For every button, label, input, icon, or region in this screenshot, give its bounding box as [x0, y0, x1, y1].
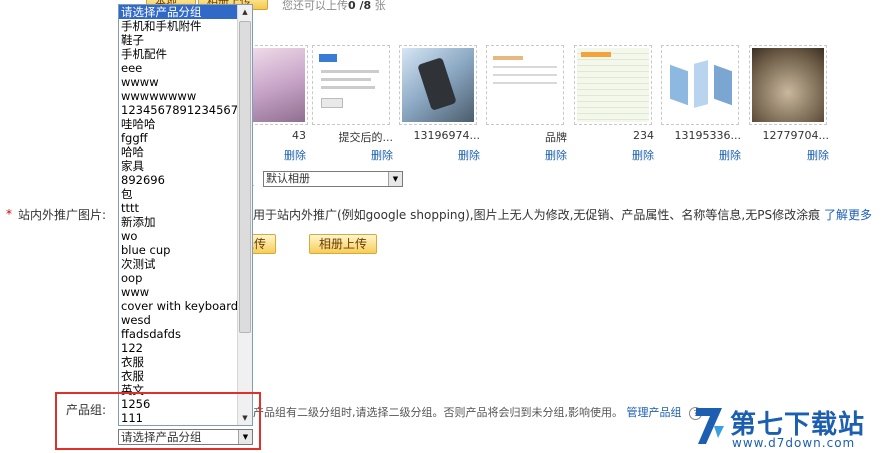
promo-album-upload-button[interactable]: 相册上传 — [309, 234, 378, 254]
dropdown-option[interactable]: 哇哈哈 — [119, 117, 252, 131]
thumbnail-name: 品牌 — [545, 131, 567, 144]
hint-count: 0 /8 — [348, 0, 372, 12]
dropdown-option[interactable]: oop — [119, 271, 252, 285]
dropdown-option[interactable]: 包 — [119, 187, 252, 201]
delete-link[interactable]: 删除 — [487, 147, 567, 163]
dropdown-option[interactable]: 111 — [119, 411, 252, 425]
required-mark: * — [6, 207, 12, 221]
dropdown-option[interactable]: 1256 — [119, 397, 252, 411]
delete-link[interactable]: 删除 — [661, 147, 741, 163]
dropdown-option[interactable]: www — [119, 285, 252, 299]
d7-logo-icon — [696, 408, 724, 444]
hint-suffix: 张 — [374, 0, 386, 12]
thumbnail-name: 13195336... — [674, 129, 741, 142]
dropdown-option[interactable]: 衣服 — [119, 355, 252, 369]
dropdown-option[interactable]: 次测试 — [119, 257, 252, 271]
dropdown-option[interactable]: 1234567891234567 — [119, 103, 252, 117]
learn-more-link[interactable]: 了解更多 — [824, 208, 872, 222]
watermark-url: www.d7down.com — [732, 436, 856, 450]
album-select-value: 默认相册 — [266, 172, 310, 185]
thumbnail-4[interactable] — [486, 45, 564, 125]
thumbnail-name: 提交后的... — [338, 131, 394, 144]
product-group-select-value: 请选择产品分组 — [121, 430, 202, 444]
dropdown-option[interactable]: 家具 — [119, 159, 252, 173]
dropdown-options: 请选择产品分组 手机和手机附件 鞋子 手机配件 eee wwww wwwwwwww 12345… — [119, 5, 252, 425]
product-group-select[interactable]: 请选择产品分组 ▼ — [118, 429, 253, 445]
product-group-note: 产品组有二级分组时,请选择二级分组。否则产品将会归到未分组,影响使用。 管理产品… — [253, 404, 702, 420]
chevron-down-icon[interactable]: ▼ — [388, 172, 402, 186]
product-group-note-text: 产品组有二级分组时,请选择二级分组。否则产品将会归到未分组,影响使用。 — [253, 406, 623, 419]
dropdown-option[interactable]: eee — [119, 61, 252, 75]
album-select[interactable]: 默认相册 ▼ — [263, 171, 403, 187]
scroll-up-icon[interactable]: ▲ — [238, 5, 252, 19]
dropdown-option[interactable]: ffadsdafds — [119, 327, 252, 341]
chevron-down-icon[interactable]: ▼ — [238, 430, 252, 444]
promo-image-label: 站内外推广图片: — [18, 208, 107, 222]
product-group-dropdown-list[interactable]: 请选择产品分组 手机和手机附件 鞋子 手机配件 eee wwww wwwwwwww 12345… — [118, 4, 253, 426]
manage-product-group-link[interactable]: 管理产品组 — [627, 406, 682, 419]
dropdown-option[interactable]: blue cup — [119, 243, 252, 257]
dropdown-option[interactable]: 122 — [119, 341, 252, 355]
scrollbar-thumb[interactable] — [239, 21, 251, 333]
dropdown-option[interactable]: cover with keyboard — [119, 299, 252, 313]
thumbnail-name: 234 — [633, 129, 654, 142]
dropdown-option[interactable]: wesd — [119, 313, 252, 327]
dropdown-option[interactable]: 892696 — [119, 173, 252, 187]
dropdown-option[interactable]: fggff — [119, 131, 252, 145]
promo-description-text: 用于站内外推广(例如google shopping),图片上无人为修改,无促销、… — [253, 208, 821, 222]
dropdown-option[interactable]: tttt — [119, 201, 252, 215]
dropdown-scrollbar[interactable]: ▲ ▼ — [237, 5, 252, 425]
dropdown-option[interactable]: 鞋子 — [119, 33, 252, 47]
dropdown-option[interactable]: 英文 — [119, 383, 252, 397]
thumbnail-name: 12779704... — [762, 129, 829, 142]
hint-prefix: 您还可以上传 — [282, 0, 348, 12]
dropdown-option[interactable]: 请选择产品分组 — [119, 5, 252, 19]
thumbnail-5[interactable] — [574, 45, 652, 125]
upload-remaining-hint: 您还可以上传0 /8 张 — [282, 0, 386, 13]
delete-link[interactable]: 删除 — [313, 147, 393, 163]
thumbnail-7[interactable] — [749, 45, 827, 125]
dropdown-option[interactable]: wwww — [119, 75, 252, 89]
site-watermark: 第七下载站 www.d7down.com — [692, 402, 882, 452]
dropdown-option[interactable]: 衣服 — [119, 369, 252, 383]
delete-link[interactable]: 删除 — [400, 147, 480, 163]
dropdown-option[interactable]: wo — [119, 229, 252, 243]
scroll-down-icon[interactable]: ▼ — [238, 411, 252, 425]
dropdown-option[interactable]: 哈哈 — [119, 145, 252, 159]
dropdown-option[interactable]: 手机和手机附件 — [119, 19, 252, 33]
product-group-label: 产品组: — [66, 403, 107, 417]
thumbnail-name: 13196974... — [413, 129, 480, 142]
delete-link[interactable]: 删除 — [574, 147, 654, 163]
dropdown-option[interactable]: wwwwwwww — [119, 89, 252, 103]
promo-description: 用于站内外推广(例如google shopping),图片上无人为修改,无促销、… — [253, 206, 872, 223]
delete-link[interactable]: 删除 — [749, 147, 829, 163]
thumbnail-6[interactable] — [661, 45, 739, 125]
dropdown-option[interactable]: 手机配件 — [119, 47, 252, 61]
thumbnail-2[interactable] — [312, 45, 390, 125]
thumbnail-3[interactable] — [399, 45, 477, 125]
dropdown-option[interactable]: 新添加 — [119, 215, 252, 229]
